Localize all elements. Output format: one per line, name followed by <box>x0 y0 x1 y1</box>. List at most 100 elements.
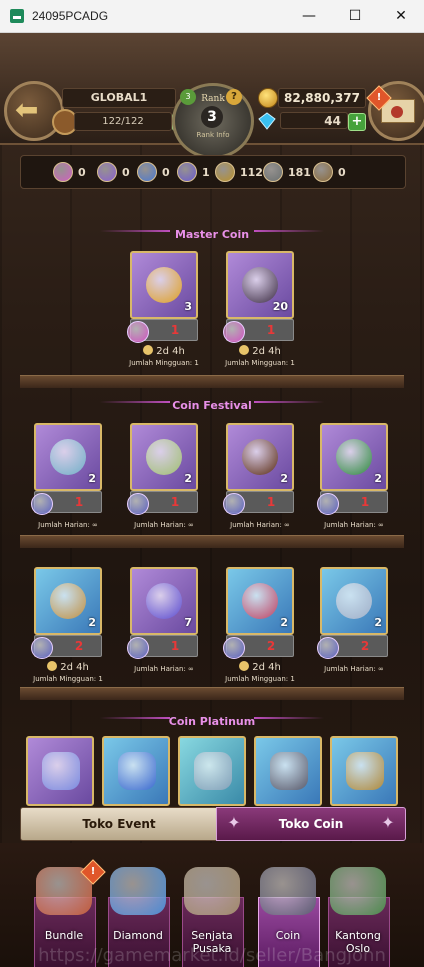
section-master-coin: Master Coin <box>0 223 424 241</box>
price-value: 1 <box>266 495 276 509</box>
shelf <box>20 375 404 388</box>
section-coin-platinum: Coin Platinum <box>0 710 424 728</box>
shop-item-green-sphere[interactable]: 21 <box>317 423 388 515</box>
shop-item-dark-orb[interactable]: 21 <box>223 423 294 515</box>
gold-coin-icon <box>215 162 235 182</box>
gray-coin-icon <box>263 162 283 182</box>
golden-amulet-icon <box>146 267 182 303</box>
item-frame: 2 <box>320 567 388 635</box>
stamina-value: 122/122 <box>74 112 172 131</box>
golden-chest-icon <box>346 752 384 790</box>
item-stock: 2 <box>374 616 382 629</box>
item-frame: 2 <box>226 423 294 491</box>
silver-weapons-icon <box>336 583 372 619</box>
shop-item-silver-weapons[interactable]: 22 <box>317 567 388 659</box>
item-stock: 2 <box>374 472 382 485</box>
shop-item-dark-beast[interactable]: 20 1 <box>223 251 294 343</box>
price-value: 1 <box>74 495 84 509</box>
tab-toko-coin[interactable]: ✦ Toko Coin ✦ <box>216 807 406 841</box>
currency-item: 0 <box>313 162 346 182</box>
price-tag: 1 <box>223 491 294 515</box>
wax-seal-icon <box>391 106 403 118</box>
item-frame: 2 <box>34 423 102 491</box>
item-stock: 20 <box>272 300 288 313</box>
watermark: https://gamemarket.id/seller/Bangjohn <box>38 945 386 966</box>
shop-item-iron-chest[interactable] <box>254 736 322 806</box>
maximize-button[interactable]: ☐ <box>332 0 378 32</box>
currency-count: 181 <box>288 165 311 179</box>
purchase-limit: Jumlah Harian: ∞ <box>38 521 98 529</box>
clock-icon <box>239 345 250 355</box>
currency-item: 0 <box>53 162 86 182</box>
coin-currency-icon <box>223 637 245 659</box>
back-button[interactable]: ⬅ <box>4 81 64 141</box>
rank-help-icon[interactable]: ? <box>226 89 242 105</box>
currency-count: 0 <box>78 165 86 179</box>
section-title: Coin Platinum <box>168 715 256 728</box>
herb-bowl-icon <box>146 439 182 475</box>
restock-timer: 2d 4h <box>28 661 108 673</box>
diamond-value: 44 <box>280 112 348 129</box>
nav-senjata-pusaka-icon <box>184 867 240 915</box>
purchase-limit: Jumlah Mingguan: 1 <box>33 675 103 683</box>
tab-label: Toko Event <box>82 817 156 831</box>
blue-coin-icon <box>137 162 157 182</box>
coin-currency-icon <box>31 493 53 515</box>
currency-count: 0 <box>338 165 346 179</box>
shop-item-silver-bracelet[interactable] <box>178 736 246 806</box>
shop-item-golden-amulet[interactable]: 31 <box>127 251 198 343</box>
purchase-limit: Jumlah Mingguan: 1 <box>129 359 199 367</box>
close-button[interactable]: ✕ <box>378 0 424 32</box>
diamond-icon <box>258 112 276 130</box>
shop-item-golden-chest[interactable] <box>330 736 398 806</box>
price-value: 2 <box>360 639 370 653</box>
clock-icon <box>239 661 250 671</box>
window-title: 24095PCADG <box>32 9 109 23</box>
star-icon: ✦ <box>227 813 241 832</box>
minimize-button[interactable]: — <box>286 0 332 32</box>
shop-item-blue-crystal[interactable] <box>26 736 94 806</box>
restock-timer: 2d 4h <box>124 345 204 357</box>
gold-coin-icon <box>258 88 278 108</box>
shop-item-crystal-orb[interactable]: 71 <box>127 567 198 659</box>
item-frame: 7 <box>130 567 198 635</box>
price-tag: 1 <box>127 491 198 515</box>
price-value: 1 <box>360 495 370 509</box>
coin-currency-icon <box>127 493 149 515</box>
shop-item-hourglass[interactable]: 22 <box>31 567 102 659</box>
currency-count: 1 <box>202 165 210 179</box>
nav-label: Bundle <box>44 929 84 942</box>
coin-currency-icon <box>317 493 339 515</box>
shop-item-herb-bowl[interactable]: 21 <box>127 423 198 515</box>
currency-count: 112 <box>240 165 263 179</box>
blue-crystal-icon <box>42 752 80 790</box>
star-icon: ✦ <box>381 813 395 832</box>
section-coin-festival: Coin Festival <box>0 394 424 412</box>
price-value: 1 <box>170 323 180 337</box>
shop-item-sapphire-necklace[interactable] <box>102 736 170 806</box>
price-tag: 1 <box>127 319 198 343</box>
section-title: Coin Festival <box>172 399 252 412</box>
item-stock: 2 <box>184 472 192 485</box>
shop-item-ruby-gem[interactable]: 22 <box>223 567 294 659</box>
purchase-limit: Jumlah Harian: ∞ <box>134 521 194 529</box>
purchase-limit: Jumlah Harian: ∞ <box>230 521 290 529</box>
hourglass-icon <box>50 583 86 619</box>
shelf <box>20 535 404 548</box>
currency-bar: 0 0 0 1 112 181 0 <box>20 155 406 189</box>
crystal-orb-icon <box>146 583 182 619</box>
add-diamond-button[interactable]: + <box>348 113 366 131</box>
restock-timer: 2d 4h <box>220 661 300 673</box>
shop-item-compass-gem[interactable]: 21 <box>31 423 102 515</box>
price-value: 2 <box>74 639 84 653</box>
game-viewport: ⬅ GLOBAL1 122/122 + Rank 3 Rank Info 3 ?… <box>0 33 424 967</box>
tab-toko-event[interactable]: Toko Event <box>20 807 218 841</box>
silver-bracelet-icon <box>194 752 232 790</box>
pink-coin-icon <box>53 162 73 182</box>
green-sphere-icon <box>336 439 372 475</box>
dark-orb-icon <box>242 439 278 475</box>
price-tag: 1 <box>317 491 388 515</box>
currency-count: 0 <box>122 165 130 179</box>
price-value: 2 <box>266 639 276 653</box>
sapphire-necklace-icon <box>118 752 156 790</box>
